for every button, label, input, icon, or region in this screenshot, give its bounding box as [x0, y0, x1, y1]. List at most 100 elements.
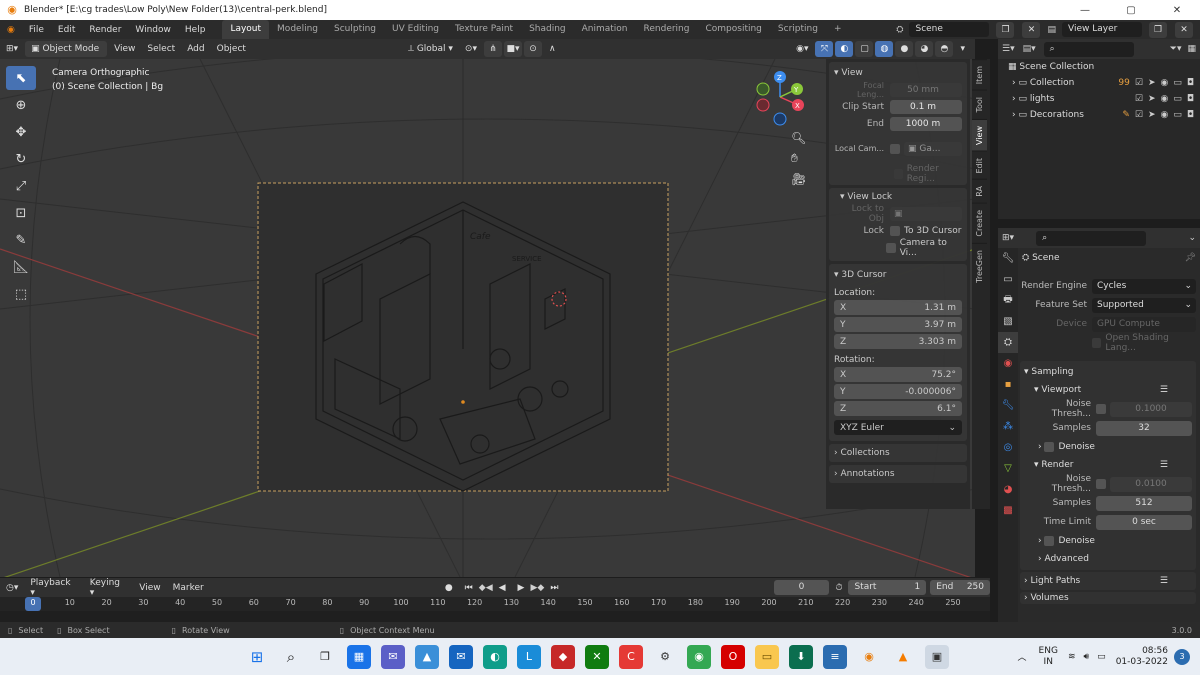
- checkbox-icon[interactable]: ☑: [1135, 78, 1143, 88]
- time-limit-field[interactable]: 0 sec: [1096, 514, 1192, 530]
- xray-icon[interactable]: ▢: [855, 41, 874, 57]
- checkbox-icon[interactable]: ☑: [1135, 94, 1143, 104]
- annotations-header[interactable]: Annotations: [840, 469, 894, 479]
- transform-orientation-selector[interactable]: ⟂ Global ▾: [402, 44, 459, 54]
- menu-render[interactable]: Render: [82, 25, 128, 35]
- widgets-icon[interactable]: ▦: [347, 644, 371, 669]
- new-view-layer-icon[interactable]: ❐: [1149, 21, 1167, 38]
- tool-props-icon[interactable]: 🔧︎: [998, 248, 1018, 269]
- scene-props-icon[interactable]: ⛭: [998, 332, 1018, 353]
- tab-animation[interactable]: Animation: [574, 20, 636, 39]
- view-collapse-icon[interactable]: ▾: [834, 68, 841, 78]
- r-noise-threshold-checkbox[interactable]: [1096, 479, 1106, 489]
- clock[interactable]: 08:56 01-03-2022: [1110, 646, 1174, 668]
- xbox-icon[interactable]: ✕: [585, 644, 609, 669]
- new-scene-icon[interactable]: ❐: [996, 21, 1015, 38]
- menu-add[interactable]: Add: [181, 44, 210, 54]
- wifi-icon[interactable]: ≋: [1064, 652, 1080, 662]
- render-region-checkbox[interactable]: [894, 168, 903, 179]
- outliner-editor-icon[interactable]: ☰▾: [1002, 44, 1015, 54]
- zoom-icon[interactable]: 🔍︎: [791, 131, 806, 145]
- menu-window[interactable]: Window: [128, 25, 178, 35]
- monitor-icon[interactable]: ▭: [1173, 94, 1182, 104]
- view-lock-header[interactable]: View Lock: [847, 192, 892, 202]
- l-app-icon[interactable]: L: [517, 644, 541, 669]
- monitor-icon[interactable]: ▭: [1173, 78, 1182, 88]
- start-menu-icon[interactable]: ⊞: [245, 645, 269, 669]
- snap-target-icon[interactable]: ■▾: [503, 41, 522, 57]
- notepad-icon[interactable]: ≡: [823, 644, 847, 669]
- mode-selector[interactable]: ▣ Object Mode: [25, 41, 108, 57]
- chrome-icon[interactable]: ◉: [687, 644, 711, 669]
- select-arrow-icon[interactable]: ➤: [1148, 94, 1156, 104]
- object-data-props-icon[interactable]: ▽: [998, 458, 1018, 479]
- chevron-down-icon[interactable]: ⌄: [1188, 233, 1196, 243]
- minimize-button[interactable]: —: [1062, 5, 1108, 16]
- jump-start-icon[interactable]: ⏮: [459, 583, 479, 593]
- menu-file[interactable]: File: [22, 25, 51, 35]
- delete-scene-icon[interactable]: ✕: [1022, 21, 1041, 38]
- edge-browser-icon[interactable]: ◐: [483, 644, 507, 669]
- falloff-icon[interactable]: ∧: [543, 44, 562, 54]
- render-collapse-icon[interactable]: ▾: [1034, 456, 1041, 474]
- tab-modeling[interactable]: Modeling: [269, 20, 326, 39]
- menu-help[interactable]: Help: [178, 25, 213, 35]
- scene-selector[interactable]: Scene: [909, 22, 990, 37]
- particles-props-icon[interactable]: ⁂: [998, 416, 1018, 437]
- world-props-icon[interactable]: ◉: [998, 353, 1018, 374]
- proportional-edit-icon[interactable]: ⊙: [523, 41, 542, 57]
- lock-to-cursor-checkbox[interactable]: [890, 225, 900, 236]
- move-tool-icon[interactable]: ✥: [6, 120, 36, 144]
- menu-object[interactable]: Object: [211, 44, 252, 54]
- current-frame-field[interactable]: 0: [773, 580, 830, 595]
- mail-icon[interactable]: ✉: [449, 644, 473, 669]
- feature-set-select[interactable]: Supported ⌄: [1092, 297, 1196, 313]
- task-view-icon[interactable]: ❐: [313, 645, 337, 669]
- prev-keyframe-icon[interactable]: ◆◀: [479, 583, 493, 593]
- outliner-root[interactable]: ▦ Scene Collection: [998, 59, 1200, 75]
- r-denoise-checkbox[interactable]: [1044, 536, 1055, 546]
- editor-type-icon[interactable]: ⊞▾: [0, 44, 24, 54]
- tab-tool[interactable]: Tool: [972, 90, 987, 119]
- rotation-mode-select[interactable]: XYZ Euler ⌄: [834, 420, 962, 435]
- physics-props-icon[interactable]: ◎: [998, 437, 1018, 458]
- rotation-z-field[interactable]: 6.1°: [937, 404, 956, 414]
- outliner-search-input[interactable]: ⌕: [1043, 41, 1134, 57]
- pivot-icon[interactable]: ⊙▾: [459, 44, 483, 54]
- volumes-header[interactable]: Volumes: [1030, 592, 1068, 604]
- select-box-tool-icon[interactable]: ⬉: [6, 66, 36, 90]
- tab-shading[interactable]: Shading: [521, 20, 574, 39]
- render-engine-select[interactable]: Cycles ⌄: [1092, 278, 1196, 294]
- view-lock-collapse-icon[interactable]: ▾: [840, 192, 847, 202]
- new-collection-icon[interactable]: ▦: [1187, 44, 1196, 54]
- properties-editor-icon[interactable]: ⊞▾: [1002, 233, 1014, 243]
- outliner-row-lights[interactable]: › ▭ lights ☑ ➤ ◉ ▭ ◘: [998, 91, 1200, 107]
- view-section-header[interactable]: View: [841, 68, 862, 78]
- monitor-icon[interactable]: ▭: [1173, 110, 1182, 120]
- snap-icon[interactable]: ⋔: [483, 41, 502, 57]
- outliner-row-decorations[interactable]: › ▭ Decorations ✎ ☑ ➤ ◉ ▭ ◘: [998, 107, 1200, 123]
- filter-icon[interactable]: ⏷▾: [1170, 44, 1182, 54]
- focal-length-field[interactable]: 50 mm: [890, 82, 962, 97]
- cursor-tool-icon[interactable]: ⊕: [6, 93, 36, 117]
- visibility-icon[interactable]: ◉▾: [790, 44, 814, 54]
- cursor-collapse-icon[interactable]: ▾: [834, 270, 841, 280]
- gizmo-icon[interactable]: ⤧: [815, 41, 834, 57]
- camera-icon[interactable]: ◘: [1187, 78, 1194, 88]
- antivirus-icon[interactable]: ◆: [551, 644, 575, 669]
- blender-menu-icon[interactable]: ◉: [0, 25, 22, 35]
- list-icon[interactable]: ☰: [1160, 456, 1192, 474]
- teams-chat-icon[interactable]: ✉: [381, 644, 405, 669]
- view-layer-props-icon[interactable]: ▧: [998, 311, 1018, 332]
- measure-tool-icon[interactable]: 📐︎: [6, 255, 36, 279]
- material-shading-icon[interactable]: ◕: [915, 41, 934, 57]
- camera-to-view-checkbox[interactable]: [886, 242, 896, 253]
- search-icon[interactable]: ⌕: [279, 645, 303, 669]
- shading-options-icon[interactable]: ▾: [954, 44, 971, 54]
- location-y-field[interactable]: 3.97 m: [924, 320, 956, 330]
- tab-ra[interactable]: RA: [972, 179, 987, 203]
- render-subheader[interactable]: Render: [1041, 456, 1073, 474]
- tab-scripting[interactable]: Scripting: [770, 20, 826, 39]
- modifier-props-icon[interactable]: 🔧︎: [998, 395, 1018, 416]
- menu-keying[interactable]: Keying ▾: [84, 578, 133, 598]
